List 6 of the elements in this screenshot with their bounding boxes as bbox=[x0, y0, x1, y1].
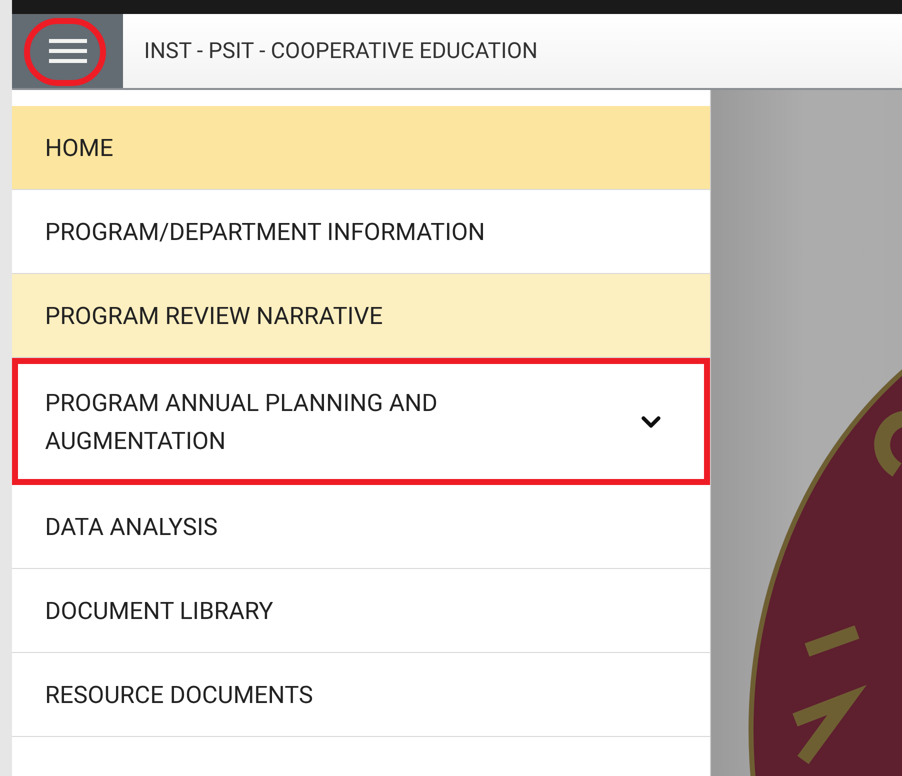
menu-item[interactable]: HOME bbox=[12, 106, 710, 190]
menu-button[interactable] bbox=[12, 14, 123, 88]
header-title: INST - PSIT - COOPERATIVE EDUCATION bbox=[144, 38, 538, 66]
menu-item[interactable]: PROGRAM REVIEW NARRATIVE bbox=[12, 274, 710, 358]
menu-icon bbox=[48, 37, 86, 65]
menu-item[interactable]: PROGRAM ANNUAL PLANNING AND AUGMENTATION bbox=[12, 358, 710, 485]
